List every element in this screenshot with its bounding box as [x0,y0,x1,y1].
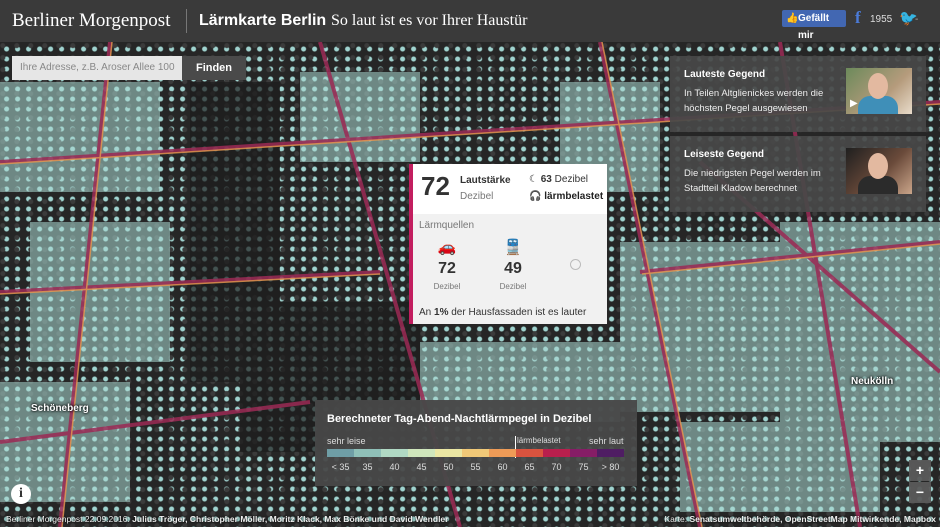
night-noise: ☾ 63 Dezibel [529,174,588,185]
page-title: Lärmkarte Berlin [199,12,327,29]
headphones-icon: 🎧 [529,191,542,202]
facebook-share-count: 1955 [870,14,893,25]
info-button[interactable]: i [11,484,31,504]
location-info-popup: 72 Lautstärke Dezibel ☾ 63 Dezibel 🎧 lär… [409,164,607,324]
legend-swatch [327,449,354,457]
legend-color-scale [327,449,624,457]
facade-comparison: An 1% der Hausfassaden ist es lauter [419,307,586,318]
credits-authors: Berliner Morgenpost 22.09.2016: Julius T… [6,514,448,524]
brand-name: Berliner Morgenpost [12,10,171,31]
legend-tick-label: 75 [578,462,589,472]
zoom-out-button[interactable]: − [909,482,931,503]
thumbs-up-icon: 👍 [786,13,799,24]
noise-sources-panel: Lärmquellen 🚗 72 Dezibel 🚆 49 Dezibel An… [413,214,607,324]
loudest-area-card[interactable]: Lauteste Gegend In Teilen Altglienickes … [670,56,926,132]
legend-tick-label: 45 [416,462,427,472]
legend-tick-label: 60 [497,462,508,472]
car-icon: 🚗 [437,239,457,256]
source-car-value: 72 [438,260,456,277]
legend-high-label: sehr laut [589,436,624,446]
legend-tick-label: 55 [470,462,481,472]
legend-title: Berechneter Tag-Abend-Nachtlärmpegel in … [327,413,592,425]
legend-tick-label: > 80 [601,462,620,472]
person-face [868,73,888,99]
noise-status: 🎧 lärmbelastet [529,191,603,202]
noise-legend: Berechneter Tag-Abend-Nachtlärmpegel in … [315,400,637,486]
source-car: 🚗 72 Dezibel [417,238,477,291]
noise-status-label: lärmbelastet [544,191,604,202]
legend-swatch [381,449,408,457]
noise-level-unit: Dezibel [460,191,494,202]
noise-level-value: 72 [421,171,450,201]
video-thumbnail[interactable] [846,148,912,194]
source-train-value: 49 [504,260,522,277]
quietest-area-card[interactable]: Leiseste Gegend Die niedrigsten Pegel we… [670,136,926,212]
credits-authors-names: Julius Tröger, Christopher Möller, Morit… [132,514,449,524]
credits-map-prefix: Karte: [664,514,690,524]
source-car-unit: Dezibel [433,282,461,291]
noise-sources-title: Lärmquellen [419,220,475,231]
facebook-like-button[interactable]: 👍 Gefällt mir [782,10,846,41]
header-divider [186,9,187,33]
legend-swatch [435,449,462,457]
legend-tick-label: < 35 [331,462,350,472]
legend-swatch [462,449,489,457]
find-button[interactable]: Finden [182,56,246,80]
credits-map: Karte: Senatsumweltbehörde, OpenStreetMa… [664,514,936,524]
play-icon: ▶ [850,98,858,109]
legend-swatch [543,449,570,457]
legend-ticks: < 35 35 40 45 50 55 60 65 70 75 > 80 [327,462,624,472]
legend-swatch [489,449,516,457]
zoom-in-button[interactable]: + [909,460,931,481]
page-subtitle: So laut ist es vor Ihrer Haustür [331,12,528,29]
source-train: 🚆 49 Dezibel [483,238,543,291]
legend-tick-label: 50 [443,462,454,472]
legend-tick-label: 40 [389,462,400,472]
facade-comparison-percent: 1% [434,307,449,318]
card-text: In Teilen Altglienickes werden die höchs… [684,88,824,114]
card-title: Leiseste Gegend [684,149,765,160]
twitter-share-count: - [915,14,919,25]
legend-swatch [408,449,435,457]
legend-threshold-label: lärmbelastet [517,436,561,445]
legend-swatch [354,449,381,457]
train-icon: 🚆 [503,239,523,256]
brand-logo[interactable]: Berliner Morgenpost [12,10,171,32]
facebook-icon[interactable]: f [855,8,861,28]
card-title: Lauteste Gegend [684,69,766,80]
facade-comparison-suffix: der Hausfassaden ist es lauter [448,307,587,318]
legend-tick-label: 65 [524,462,535,472]
person-face [868,153,888,179]
address-search-input[interactable]: Ihre Adresse, z.B. Aroser Allee 100 [12,56,182,80]
video-thumbnail[interactable]: ▶ [846,68,912,114]
card-text: Die niedrigsten Pegel werden im Stadttei… [684,168,821,194]
legend-swatch [597,449,624,457]
moon-icon: ☾ [529,174,538,185]
place-label-schoeneberg: Schöneberg [31,403,89,414]
place-label-neukoelln: Neukölln [851,376,894,387]
credits-authors-prefix: Berliner Morgenpost 22.09.2016: [6,514,133,524]
night-noise-unit: Dezibel [554,174,589,185]
legend-swatch [516,449,543,457]
night-noise-value: 63 [540,174,552,185]
legend-swatch [570,449,597,457]
circle-icon [570,259,581,270]
source-train-unit: Dezibel [499,282,527,291]
legend-low-label: sehr leise [327,436,366,446]
legend-tick-label: 70 [551,462,562,472]
facebook-like-label: Gefällt mir [798,13,830,41]
legend-tick-label: 35 [362,462,373,472]
credits-map-sources: Senatsumweltbehörde, OpenStreetMap Mitwi… [689,514,936,524]
facade-comparison-prefix: An [419,307,435,318]
noise-level-label: Lautstärke [460,175,511,186]
header-bar: Berliner Morgenpost Lärmkarte Berlin So … [0,0,940,42]
